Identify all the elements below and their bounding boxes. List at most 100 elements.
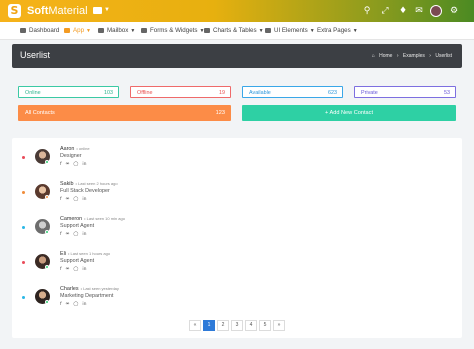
all-contacts-count: 123 <box>215 110 225 116</box>
twitter-icon[interactable]: ⚮ <box>66 302 70 307</box>
nav-app[interactable]: App ▼ <box>64 22 91 40</box>
status-badge <box>45 160 49 164</box>
instagram-icon[interactable]: ◯ <box>73 162 78 167</box>
chevron-down-icon: ▼ <box>309 28 315 34</box>
message-icon[interactable]: ✉ <box>413 5 425 17</box>
pagination-next[interactable]: » <box>273 320 285 331</box>
stat-value: 623 <box>328 90 337 96</box>
bell-icon[interactable]: ♦ <box>397 5 409 17</box>
contact-role: Support Agent <box>60 258 95 264</box>
user-avatar[interactable] <box>430 5 442 17</box>
contact-name[interactable]: Eli <box>60 251 66 257</box>
settings-icon[interactable]: ⚙ <box>448 5 460 17</box>
social-links: f ⚮ ◯ in <box>60 197 91 202</box>
app-icon <box>64 27 70 33</box>
stat-available[interactable]: Available 623 <box>242 86 343 98</box>
main-nav: Dashboard App ▼ Mailbox ▼ Forms & Widgets ▼… <box>0 22 474 40</box>
stat-label: Private <box>361 90 378 96</box>
contact-name[interactable]: Sakib <box>60 181 74 187</box>
stat-private[interactable]: Private 53 <box>354 86 456 98</box>
home-icon: ⌂ <box>371 53 375 59</box>
twitter-icon[interactable]: ⚮ <box>66 267 70 272</box>
top-bar: S SoftMaterial ▼ ⚲ ⤢ ♦ ✉ ⚙ <box>0 0 474 22</box>
facebook-icon[interactable]: f <box>60 232 62 237</box>
linkedin-icon[interactable]: in <box>82 267 86 272</box>
contact-list: Aaron • online Designer f ⚮ ◯ in Sakib • Last… <box>12 138 462 338</box>
last-seen: • Last seen 2 hours ago <box>75 181 118 186</box>
flag-icon[interactable] <box>93 7 102 14</box>
list-item[interactable]: Sakib • Last seen 2 hours ago Full Stack … <box>12 176 462 206</box>
contact-name[interactable]: Cameron <box>60 216 82 222</box>
nav-mailbox[interactable]: Mailbox ▼ <box>98 22 135 40</box>
brand-bold: Soft <box>27 5 49 17</box>
facebook-icon[interactable]: f <box>60 197 62 202</box>
breadcrumb-examples[interactable]: Examples <box>403 53 425 59</box>
breadcrumb: ⌂ Home › Examples › Userlist <box>369 53 452 59</box>
all-contacts-button[interactable]: All Contacts 123 <box>18 105 231 121</box>
pagination-page[interactable]: 3 <box>231 320 243 331</box>
brand-name[interactable]: SoftMaterial <box>27 5 88 17</box>
instagram-icon[interactable]: ◯ <box>73 267 78 272</box>
nav-charts-tables[interactable]: Charts & Tables ▼ <box>204 22 264 40</box>
status-dot <box>22 261 25 264</box>
pagination-page[interactable]: 5 <box>259 320 271 331</box>
status-badge <box>45 300 49 304</box>
pagination-prev[interactable]: « <box>189 320 201 331</box>
brand-light: Material <box>48 5 88 17</box>
list-item[interactable]: Charles • Last seen yesterday Marketing D… <box>12 281 462 311</box>
linkedin-icon[interactable]: in <box>82 232 86 237</box>
social-links: f ⚮ ◯ in <box>60 232 91 237</box>
linkedin-icon[interactable]: in <box>82 162 86 167</box>
contact-role: Support Agent <box>60 223 95 229</box>
twitter-icon[interactable]: ⚮ <box>66 232 70 237</box>
facebook-icon[interactable]: f <box>60 162 62 167</box>
nav-ui-elements[interactable]: UI Elements ▼ <box>265 22 315 40</box>
status-badge <box>45 230 49 234</box>
last-seen: • online <box>76 146 90 151</box>
linkedin-icon[interactable]: in <box>82 197 86 202</box>
contact-role: Designer <box>60 153 82 159</box>
pagination-page[interactable]: 4 <box>245 320 257 331</box>
breadcrumb-current: Userlist <box>435 53 452 59</box>
stat-online[interactable]: Online 103 <box>18 86 119 98</box>
forms-icon <box>141 27 147 33</box>
instagram-icon[interactable]: ◯ <box>73 302 78 307</box>
linkedin-icon[interactable]: in <box>82 302 86 307</box>
status-badge <box>45 265 49 269</box>
stat-offline[interactable]: Offline 19 <box>130 86 231 98</box>
social-links: f ⚮ ◯ in <box>60 302 91 307</box>
nav-forms-widgets[interactable]: Forms & Widgets ▼ <box>141 22 204 40</box>
twitter-icon[interactable]: ⚮ <box>66 162 70 167</box>
contact-name[interactable]: Charles <box>60 286 79 292</box>
chart-icon <box>204 27 210 33</box>
stat-label: Online <box>25 90 41 96</box>
page-header: Userlist ⌂ Home › Examples › Userlist <box>12 44 462 68</box>
pagination-page[interactable]: 1 <box>203 320 215 331</box>
add-contact-button[interactable]: + Add New Contact <box>242 105 456 121</box>
all-contacts-label: All Contacts <box>25 110 55 116</box>
instagram-icon[interactable]: ◯ <box>73 232 78 237</box>
expand-icon[interactable]: ⤢ <box>379 5 391 17</box>
breadcrumb-home[interactable]: Home <box>379 53 392 59</box>
chevron-down-icon: ▼ <box>130 28 136 34</box>
list-item[interactable]: Aaron • online Designer f ⚮ ◯ in <box>12 141 462 171</box>
search-icon[interactable]: ⚲ <box>361 5 373 17</box>
chevron-down-icon: ▼ <box>352 28 358 34</box>
nav-extra-pages[interactable]: Extra Pages ▼ <box>317 22 358 40</box>
list-item[interactable]: Eli • Last seen 1 hours ago Support Agent… <box>12 246 462 276</box>
stat-label: Offline <box>137 90 153 96</box>
twitter-icon[interactable]: ⚮ <box>66 197 70 202</box>
stat-label: Available <box>249 90 271 96</box>
facebook-icon[interactable]: f <box>60 267 62 272</box>
last-seen: • Last seen yesterday <box>80 286 119 291</box>
pagination-page[interactable]: 2 <box>217 320 229 331</box>
home-icon <box>20 27 26 33</box>
contact-name[interactable]: Aaron <box>60 146 74 152</box>
instagram-icon[interactable]: ◯ <box>73 197 78 202</box>
contact-role: Marketing Department <box>60 293 114 299</box>
facebook-icon[interactable]: f <box>60 302 62 307</box>
list-item[interactable]: Cameron • Last seen 10 min ago Support Ag… <box>12 211 462 241</box>
nav-dashboard[interactable]: Dashboard <box>20 22 59 40</box>
page-title: Userlist <box>20 50 51 60</box>
mail-icon <box>98 27 104 33</box>
